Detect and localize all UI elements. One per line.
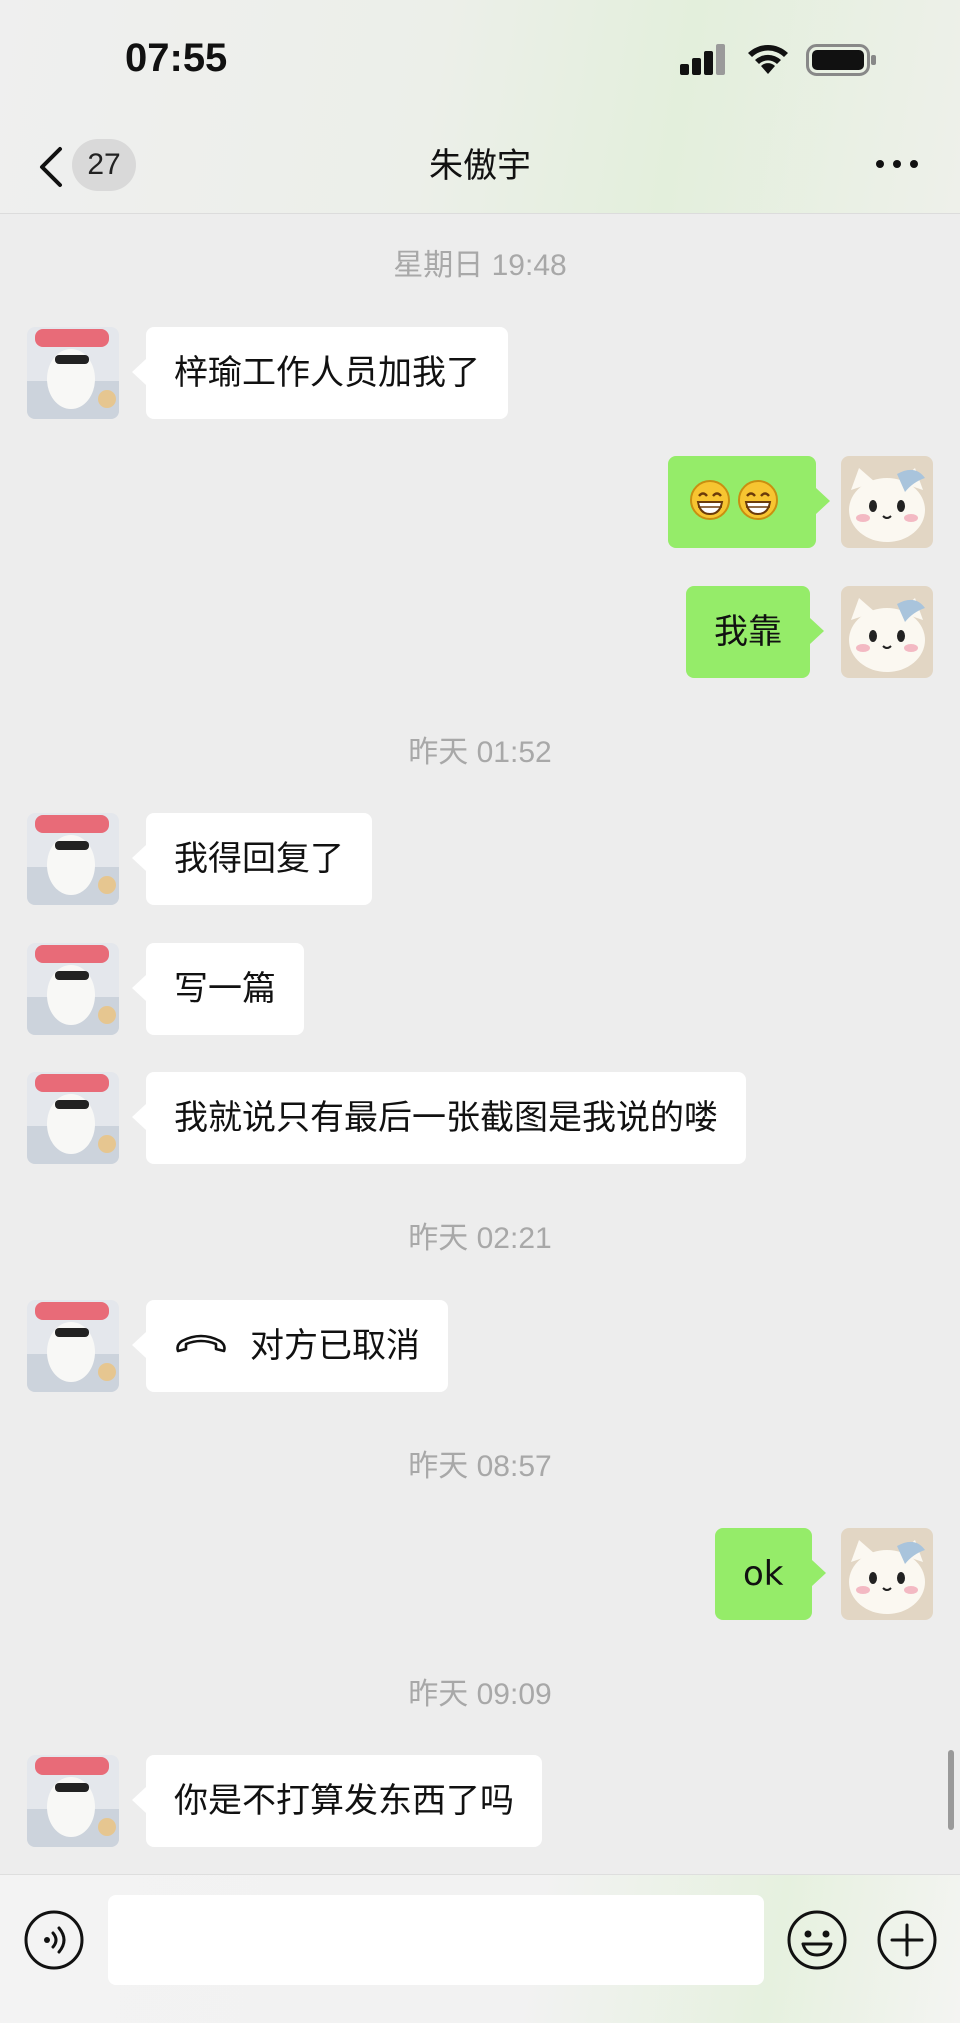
contact-avatar[interactable] (27, 943, 119, 1035)
emoji-button[interactable] (786, 1909, 848, 1971)
wifi-icon (748, 45, 788, 74)
incoming-message[interactable]: 写一篇 (132, 943, 304, 1035)
top-bar: 07:55 27 朱傲宇 (0, 0, 960, 214)
grin-emoji (690, 479, 730, 520)
contact-avatar[interactable] (27, 1755, 119, 1847)
scrollbar[interactable] (948, 1750, 954, 1830)
cellular-signal-icon (680, 43, 728, 75)
contact-avatar[interactable] (27, 1300, 119, 1392)
incoming-message[interactable]: 梓瑜工作人员加我了 (132, 327, 508, 419)
call-cancelled-message[interactable]: 对方已取消 (132, 1300, 448, 1392)
outgoing-message[interactable]: ok (715, 1528, 825, 1620)
phone-hangup-icon (176, 1334, 226, 1352)
message-input[interactable] (108, 1895, 764, 1985)
voice-input-button[interactable] (23, 1909, 85, 1971)
timestamp: 昨天 08:57 (408, 1450, 552, 1483)
my-avatar[interactable] (841, 456, 933, 548)
call-status-text: 对方已取消 (250, 1326, 420, 1366)
input-bar (0, 1874, 960, 2023)
timestamp: 昨天 09:09 (408, 1678, 552, 1711)
chat-title: 朱傲宇 (429, 146, 531, 186)
outgoing-message-emoji[interactable] (668, 456, 830, 548)
contact-avatar[interactable] (27, 813, 119, 905)
incoming-message[interactable]: 你是不打算发东西了吗 (132, 1755, 542, 1847)
status-time: 07:55 (125, 36, 228, 80)
battery-icon (806, 44, 876, 76)
back-button[interactable] (34, 143, 74, 191)
timestamp: 星期日 19:48 (393, 249, 567, 282)
my-avatar[interactable] (841, 1528, 933, 1620)
incoming-message[interactable]: 我得回复了 (132, 813, 372, 905)
outgoing-message[interactable]: 我靠 (686, 586, 824, 678)
timestamp: 昨天 02:21 (408, 1222, 552, 1255)
contact-avatar[interactable] (27, 327, 119, 419)
more-functions-plus-button[interactable] (876, 1909, 938, 1971)
timestamp: 昨天 01:52 (408, 736, 552, 769)
my-avatar[interactable] (841, 586, 933, 678)
more-options-button[interactable] (876, 160, 920, 170)
unread-count-badge[interactable]: 27 (72, 139, 136, 191)
incoming-message[interactable]: 我就说只有最后一张截图是我说的喽 (132, 1072, 746, 1164)
contact-avatar[interactable] (27, 1072, 119, 1164)
grin-emoji (738, 479, 778, 520)
